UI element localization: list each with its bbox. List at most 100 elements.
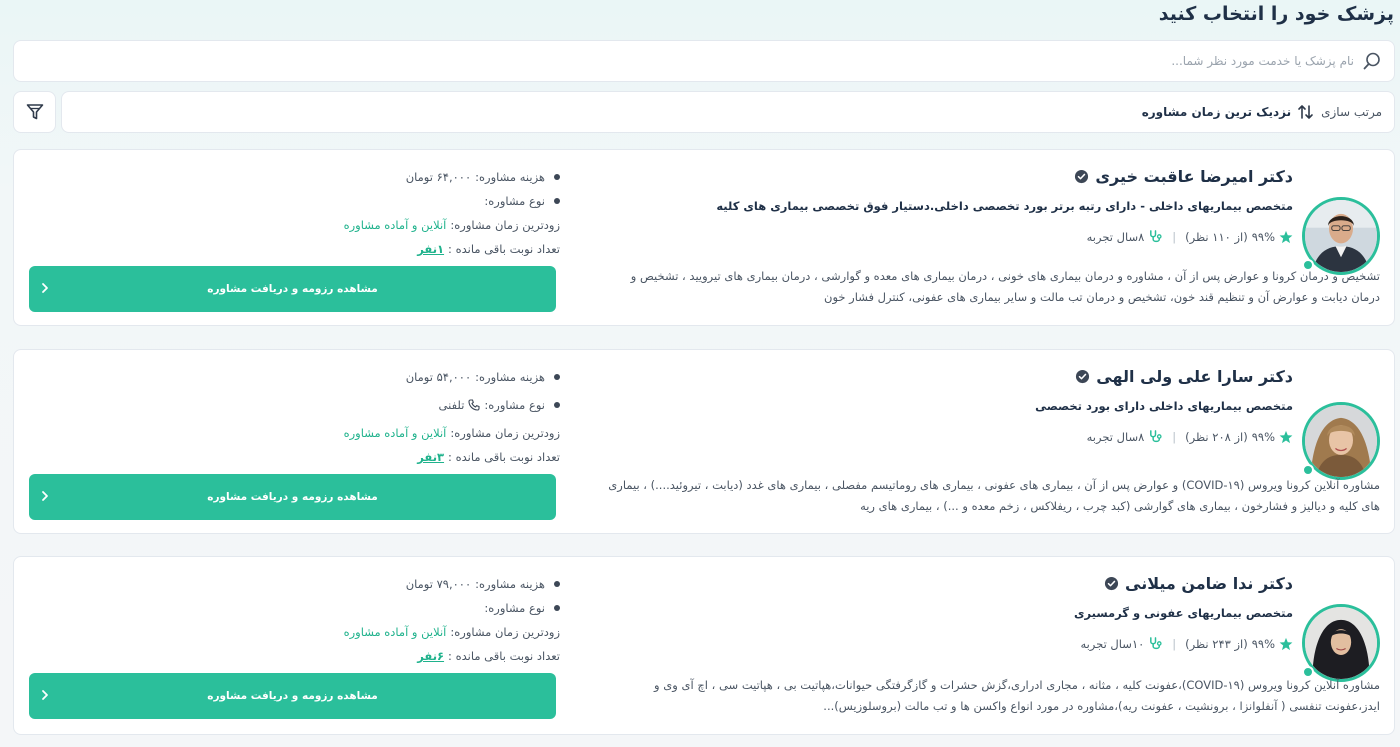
stethoscope-icon (1148, 229, 1163, 244)
rating-percent: ۹۹% (1251, 636, 1275, 651)
doctor-specialty: متخصص بیماریهای داخلی - دارای رتبه برتر … (716, 199, 1293, 213)
remaining-row: تعداد نوبت باقی مانده : ۱نفر (417, 242, 560, 256)
description-line: مشاوره آنلاین کرونا ویروس (COVID-۱۹)،عفو… (654, 678, 1380, 692)
review-count: (از ۲۴۳ نظر) (1185, 636, 1248, 651)
filter-button[interactable] (13, 91, 56, 133)
doctor-name-text: دکتر امیرضا عاقبت خیری (1095, 167, 1293, 186)
type-row: نوع مشاوره: (480, 194, 560, 208)
type-row: نوع مشاوره: (480, 601, 560, 615)
fee-label: هزینه مشاوره: (475, 577, 545, 591)
review-count: (از ۱۱۰ نظر) (1185, 229, 1248, 244)
cta-label: مشاهده رزومه و دریافت مشاوره (207, 283, 378, 295)
filter-icon (25, 102, 45, 122)
doctor-stats: ۹۹% (از ۲۴۳ نظر) | ۱۰سال تجربه (1080, 636, 1293, 651)
earliest-label: زودترین زمان مشاوره: (450, 625, 560, 639)
rating-percent: ۹۹% (1251, 429, 1275, 444)
search-bar[interactable] (13, 40, 1395, 82)
doctor-stats: ۹۹% (از ۱۱۰ نظر) | ۸سال تجربه (1087, 229, 1293, 244)
search-input[interactable] (14, 41, 1354, 81)
fee-row: هزینه مشاوره: ۷۹,۰۰۰ تومان (406, 577, 560, 591)
remaining-row: تعداد نوبت باقی مانده : ۶نفر (417, 649, 560, 663)
type-row: نوع مشاوره: تلفنی (439, 398, 560, 412)
separator: | (1172, 229, 1177, 244)
phone-icon (468, 399, 480, 411)
description-line: های کلیه و دیالیز و فشارخون ، بیماری های… (860, 499, 1380, 513)
chevron-right-icon (37, 280, 53, 296)
remaining-value[interactable]: ۶نفر (417, 649, 444, 663)
page-title: پزشک خود را انتخاب کنید (1158, 3, 1394, 25)
fee-label: هزینه مشاوره: (475, 170, 545, 184)
star-icon (1279, 637, 1293, 651)
experience-years: ۸سال تجربه (1086, 229, 1145, 244)
remaining-value[interactable]: ۱نفر (417, 242, 444, 256)
doctor-name-text: دکتر ندا ضامن میلانی (1125, 574, 1293, 593)
verified-badge-icon (1074, 169, 1089, 184)
doctor-name[interactable]: دکتر ندا ضامن میلانی (1104, 574, 1293, 593)
separator: | (1172, 429, 1177, 444)
type-value: تلفنی (438, 398, 465, 412)
earliest-row: زودترین زمان مشاوره: آنلاین و آماده مشاو… (344, 426, 560, 440)
bullet (554, 402, 560, 408)
fee-row: هزینه مشاوره: ۵۴,۰۰۰ تومان (406, 370, 560, 384)
description-line: درمان دیابت و عوارض آن و تنظیم قند خون، … (824, 290, 1380, 304)
description-line: ایدز،عفونت تنفسی ( آنفلوانزا ، برونشیت ،… (823, 699, 1380, 713)
fee-row: هزینه مشاوره: ۶۴,۰۰۰ تومان (406, 170, 560, 184)
doctor-card: دکتر امیرضا عاقبت خیری متخصص بیماریهای د… (13, 149, 1395, 326)
stethoscope-icon (1148, 636, 1163, 651)
doctor-name[interactable]: دکتر سارا علی ولی الهی (1075, 367, 1293, 386)
fee-value: ۵۴,۰۰۰ تومان (405, 370, 472, 384)
bullet (554, 174, 560, 180)
type-label: نوع مشاوره: (484, 398, 545, 412)
doctor-card: دکتر ندا ضامن میلانی متخصص بیماریهای عفو… (13, 556, 1395, 735)
bullet (554, 605, 560, 611)
doctor-specialty: متخصص بیماریهای داخلی دارای بورد تخصصی (1035, 399, 1293, 413)
earliest-label: زودترین زمان مشاوره: (450, 426, 560, 440)
verified-badge-icon (1104, 576, 1119, 591)
doctor-card: دکتر سارا علی ولی الهی متخصص بیماریهای د… (13, 349, 1395, 534)
earliest-value: آنلاین و آماده مشاوره (343, 218, 447, 232)
sort-arrows-icon (1297, 103, 1315, 121)
fee-label: هزینه مشاوره: (475, 370, 545, 384)
fee-value: ۶۴,۰۰۰ تومان (405, 170, 472, 184)
description-line: مشاوره آنلاین کرونا ویروس (COVID-۱۹) و ع… (608, 478, 1380, 492)
sort-value[interactable]: نزدیک ترین زمان مشاوره (1142, 105, 1291, 119)
bullet (554, 581, 560, 587)
earliest-row: زودترین زمان مشاوره: آنلاین و آماده مشاو… (344, 625, 560, 639)
verified-badge-icon (1075, 369, 1090, 384)
type-label: نوع مشاوره: (484, 601, 545, 615)
remaining-label: تعداد نوبت باقی مانده : (448, 649, 560, 663)
stethoscope-icon (1148, 429, 1163, 444)
view-resume-button[interactable]: مشاهده رزومه و دریافت مشاوره (29, 673, 556, 719)
bullet (554, 374, 560, 380)
earliest-label: زودترین زمان مشاوره: (450, 218, 560, 232)
experience-years: ۱۰سال تجربه (1080, 636, 1145, 651)
cta-label: مشاهده رزومه و دریافت مشاوره (207, 491, 378, 503)
star-icon (1279, 430, 1293, 444)
doctor-specialty: متخصص بیماریهای عفونی و گرمسیری (1073, 606, 1293, 620)
fee-value: ۷۹,۰۰۰ تومان (405, 577, 472, 591)
doctor-name[interactable]: دکتر امیرضا عاقبت خیری (1074, 167, 1293, 186)
sort-bar[interactable]: مرتب سازی نزدیک ترین زمان مشاوره (61, 91, 1395, 133)
view-resume-button[interactable]: مشاهده رزومه و دریافت مشاوره (29, 474, 556, 520)
earliest-value: آنلاین و آماده مشاوره (343, 625, 447, 639)
search-icon (1362, 51, 1382, 71)
cta-label: مشاهده رزومه و دریافت مشاوره (207, 690, 378, 702)
view-resume-button[interactable]: مشاهده رزومه و دریافت مشاوره (29, 266, 556, 312)
doctor-stats: ۹۹% (از ۲۰۸ نظر) | ۸سال تجربه (1087, 429, 1293, 444)
remaining-value[interactable]: ۳نفر (417, 450, 444, 464)
sort-label: مرتب سازی (1321, 105, 1382, 119)
remaining-label: تعداد نوبت باقی مانده : (448, 242, 560, 256)
separator: | (1172, 636, 1177, 651)
review-count: (از ۲۰۸ نظر) (1185, 429, 1248, 444)
star-icon (1279, 230, 1293, 244)
experience-years: ۸سال تجربه (1086, 429, 1145, 444)
type-label: نوع مشاوره: (484, 194, 545, 208)
doctor-name-text: دکتر سارا علی ولی الهی (1096, 367, 1293, 386)
bullet (554, 198, 560, 204)
description-line: تشخیص و درمان کرونا و عوارض پس از آن ، م… (630, 269, 1380, 283)
earliest-row: زودترین زمان مشاوره: آنلاین و آماده مشاو… (344, 218, 560, 232)
chevron-right-icon (37, 687, 53, 703)
remaining-row: تعداد نوبت باقی مانده : ۳نفر (417, 450, 560, 464)
earliest-value: آنلاین و آماده مشاوره (343, 426, 447, 440)
remaining-label: تعداد نوبت باقی مانده : (448, 450, 560, 464)
